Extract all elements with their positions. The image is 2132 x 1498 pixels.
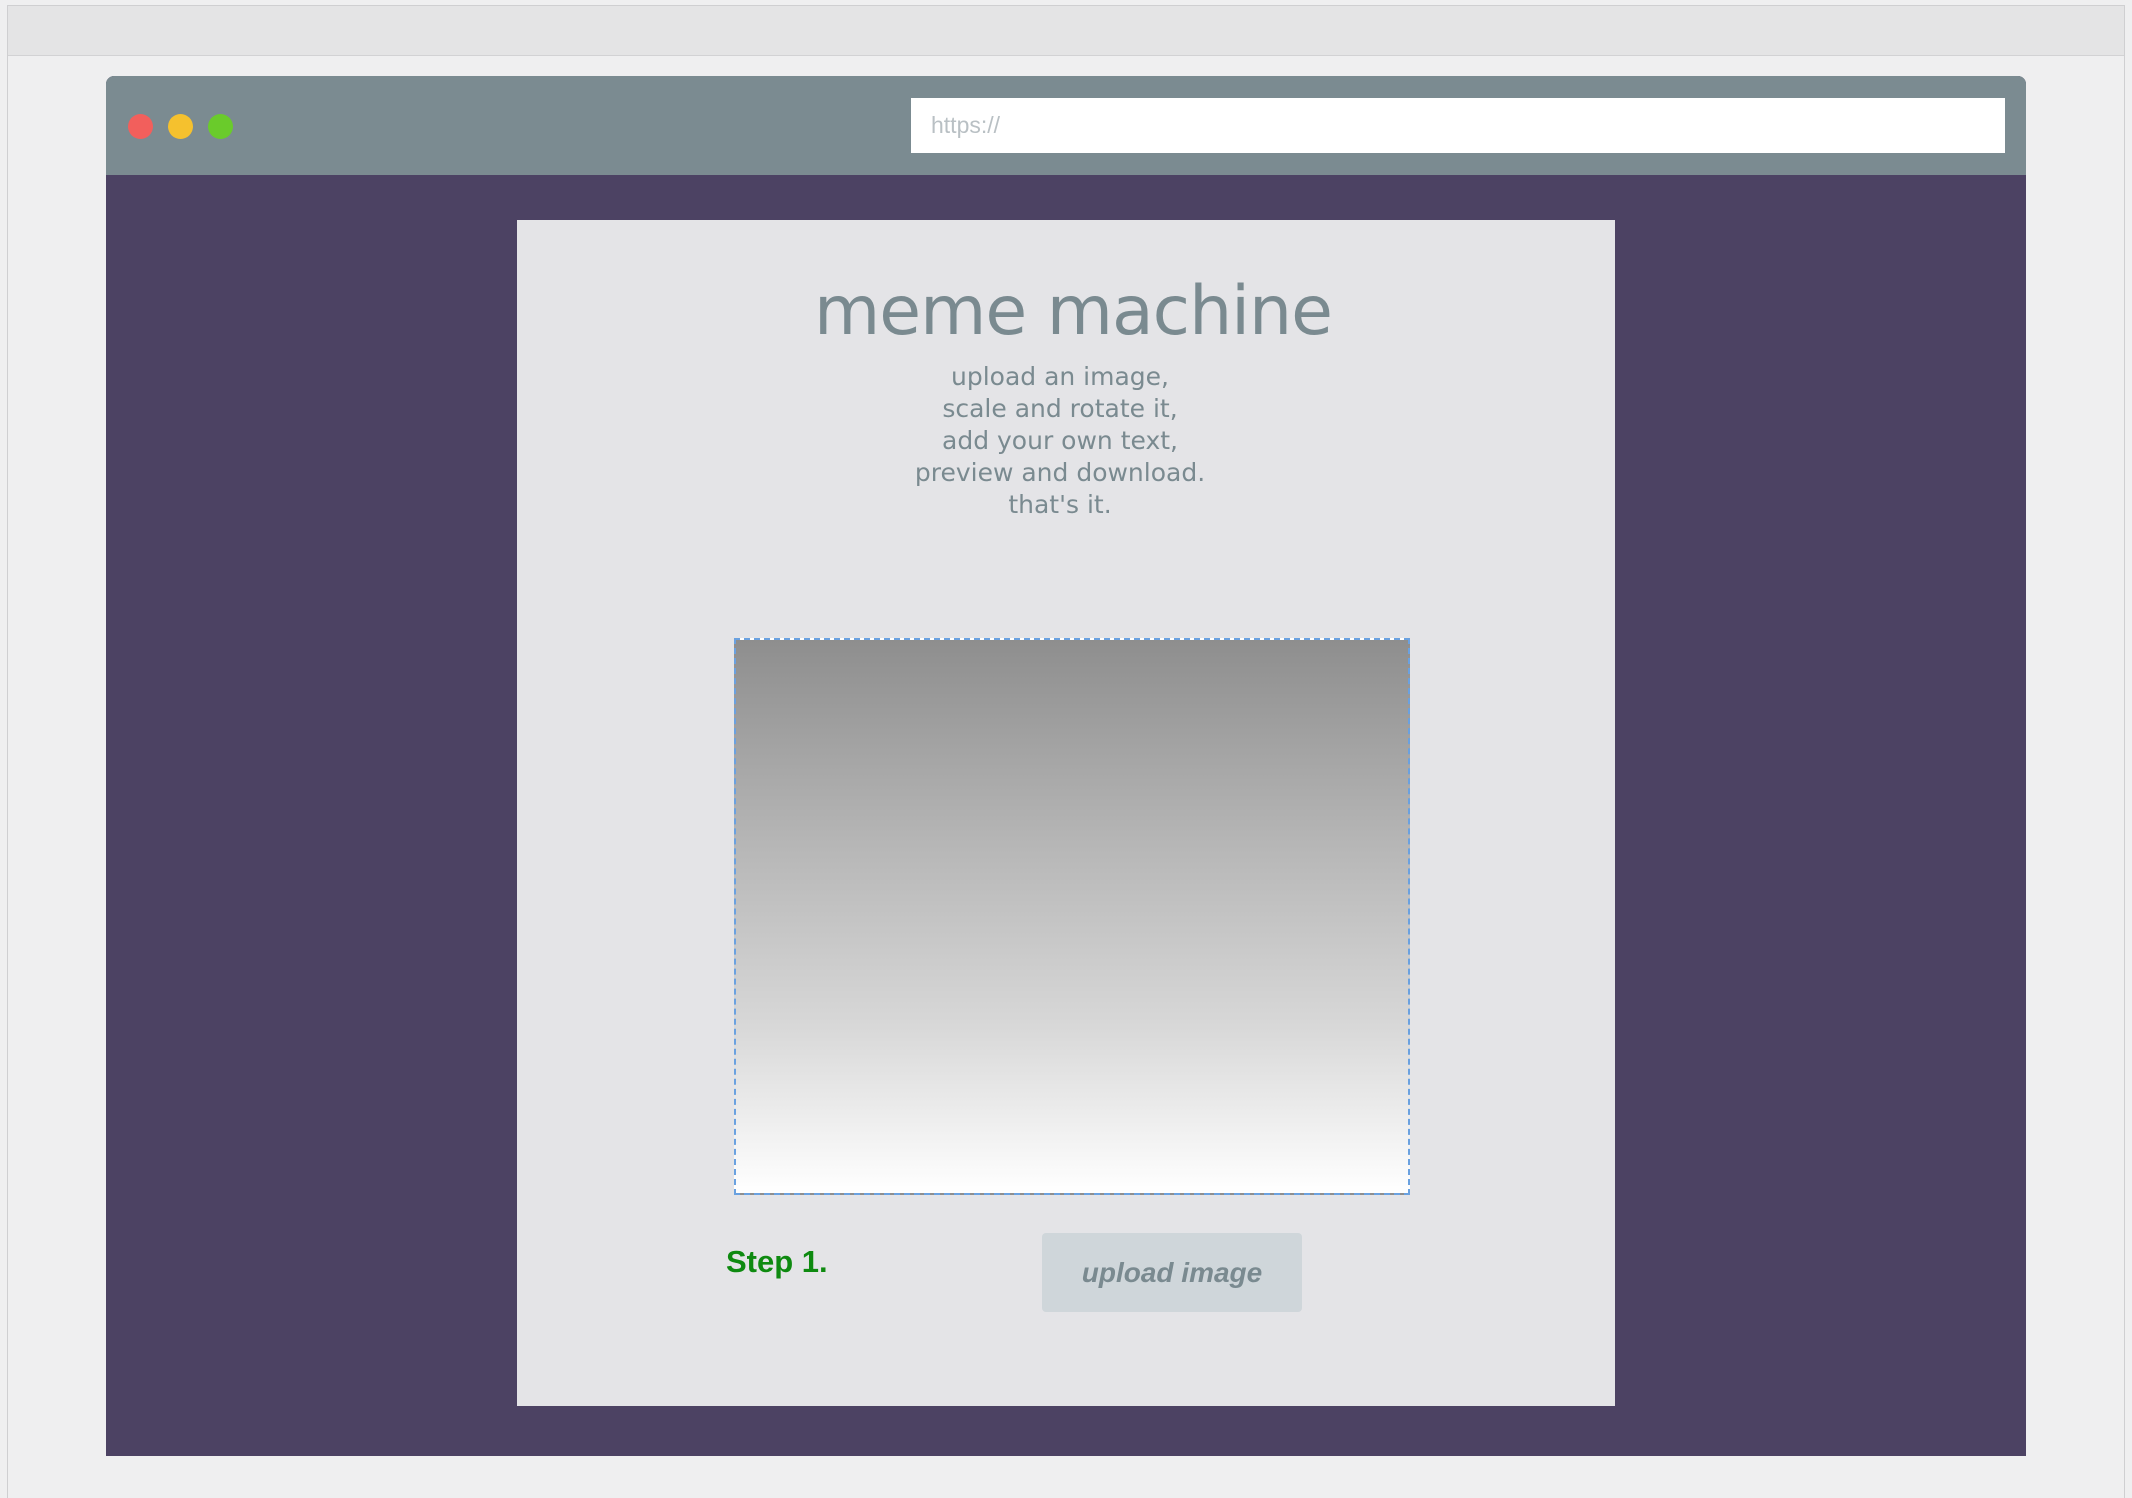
close-dot-icon[interactable] (128, 114, 153, 139)
browser-window: meme machine upload an image, scale and … (106, 76, 2026, 1456)
step-label: Step 1. (726, 1244, 828, 1279)
outer-topbar (8, 6, 2124, 56)
subtitle: upload an image, scale and rotate it, ad… (517, 361, 1615, 521)
minimize-dot-icon[interactable] (168, 114, 193, 139)
subtitle-line: add your own text, (942, 426, 1178, 455)
address-bar[interactable] (911, 98, 2005, 153)
maximize-dot-icon[interactable] (208, 114, 233, 139)
subtitle-line: that's it. (1008, 490, 1112, 519)
page-title: meme machine (814, 272, 1333, 351)
upload-image-button[interactable]: upload image (1042, 1233, 1302, 1312)
browser-chrome (106, 76, 2026, 175)
subtitle-line: scale and rotate it, (942, 394, 1178, 423)
image-canvas[interactable] (734, 638, 1410, 1195)
subtitle-line: preview and download. (914, 458, 1206, 487)
app-card: meme machine upload an image, scale and … (517, 220, 1615, 1406)
subtitle-line: upload an image, (950, 362, 1170, 391)
